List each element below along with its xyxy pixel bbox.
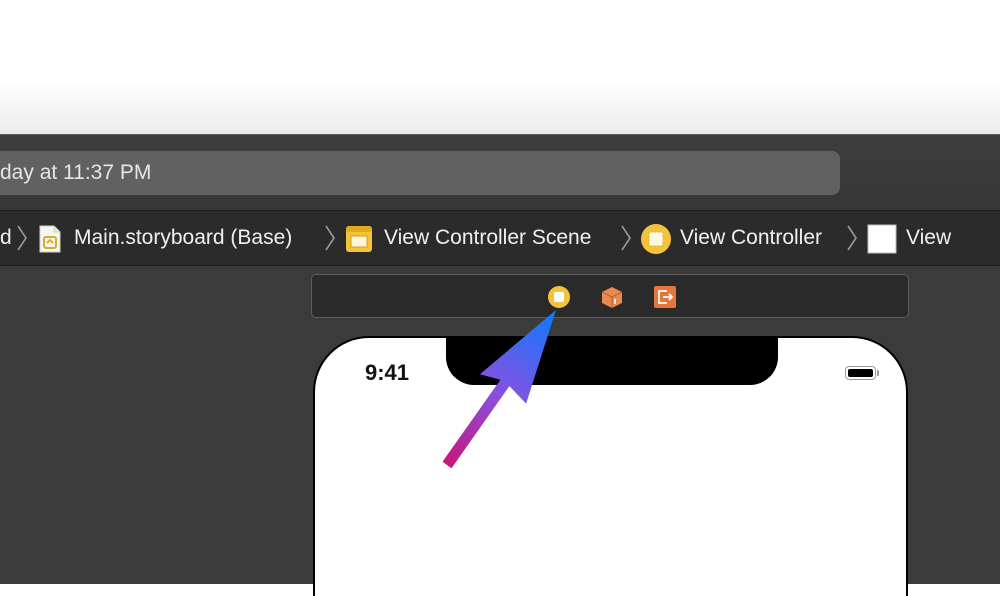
pointer-arrow-icon [442, 310, 556, 469]
